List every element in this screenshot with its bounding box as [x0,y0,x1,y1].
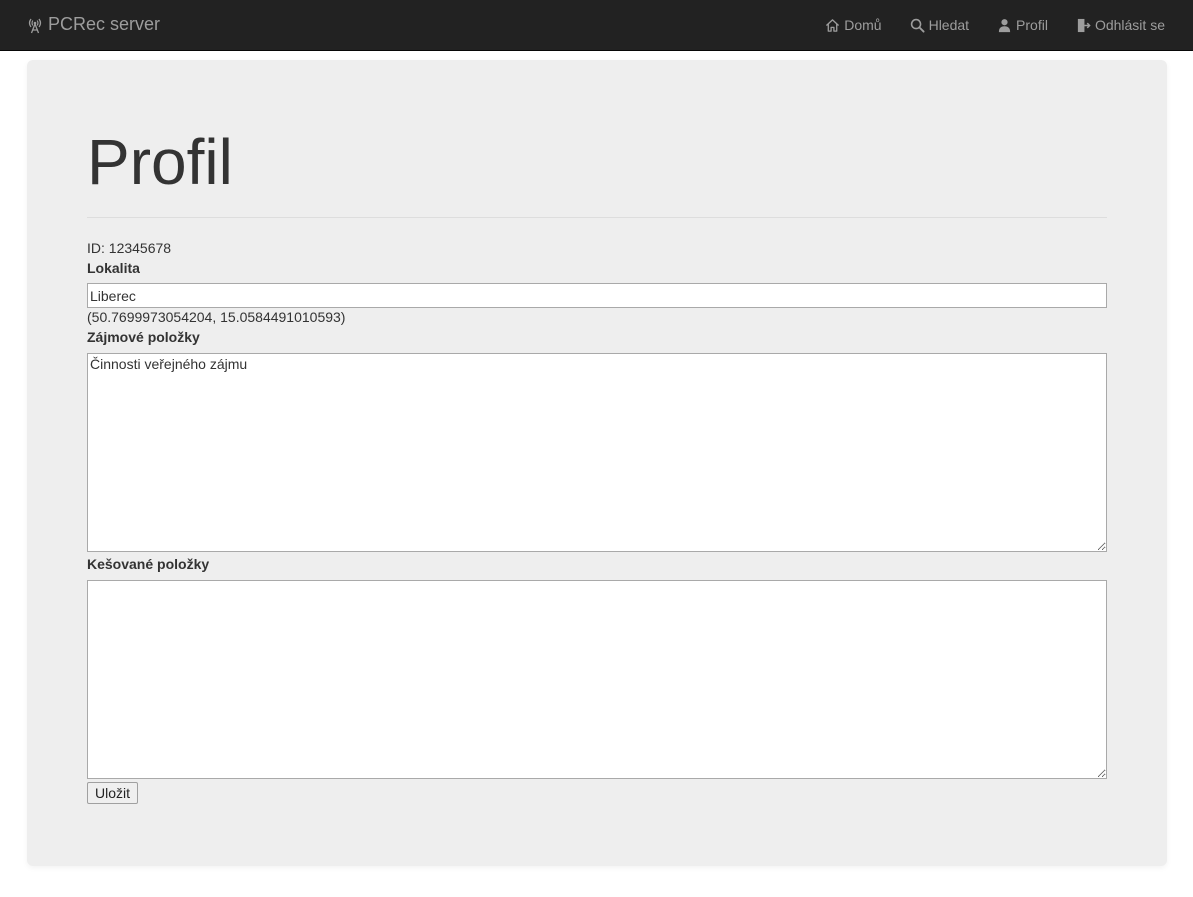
nav-item-logout[interactable]: Odhlásit se [1062,0,1179,50]
nav-item-profile[interactable]: Profil [983,0,1062,50]
title-divider [87,217,1107,218]
interests-textarea[interactable]: Činnosti veřejného zájmu [87,353,1107,552]
home-icon [826,18,840,32]
interests-label: Zájmové položky [87,329,200,345]
user-icon [998,18,1011,32]
nav-item-label: Profil [1016,17,1048,33]
logout-icon [1077,18,1091,32]
nav-item-home[interactable]: Domů [811,0,895,50]
search-icon [910,18,925,33]
page-title: Profil [87,126,233,198]
nav-item-label: Domů [844,17,882,33]
radio-tower-icon [28,18,42,33]
nav-item-search[interactable]: Hledat [896,0,983,50]
coordinates-text: (50.7699973054204, 15.0584491010593) [87,309,346,325]
cached-label: Kešované položky [87,556,210,572]
nav-menu: Domů Hledat Profil Odhlásit se [811,0,1179,50]
location-label: Lokalita [87,260,140,276]
save-button[interactable]: Uložit [87,782,139,804]
nav-item-label: Odhlásit se [1094,17,1165,33]
cached-textarea[interactable] [87,580,1107,779]
nav-item-label: Hledat [928,17,970,33]
navbar: PCRec server Domů Hledat Profil Odhlásit… [0,0,1193,51]
brand-name: PCRec server [48,14,161,34]
profile-panel: Profil ID: 12345678 Lokalita (50.7699973… [27,60,1167,866]
location-input[interactable] [87,283,1107,308]
brand-link[interactable]: PCRec server [26,14,160,35]
user-id: ID: 12345678 [87,240,172,256]
